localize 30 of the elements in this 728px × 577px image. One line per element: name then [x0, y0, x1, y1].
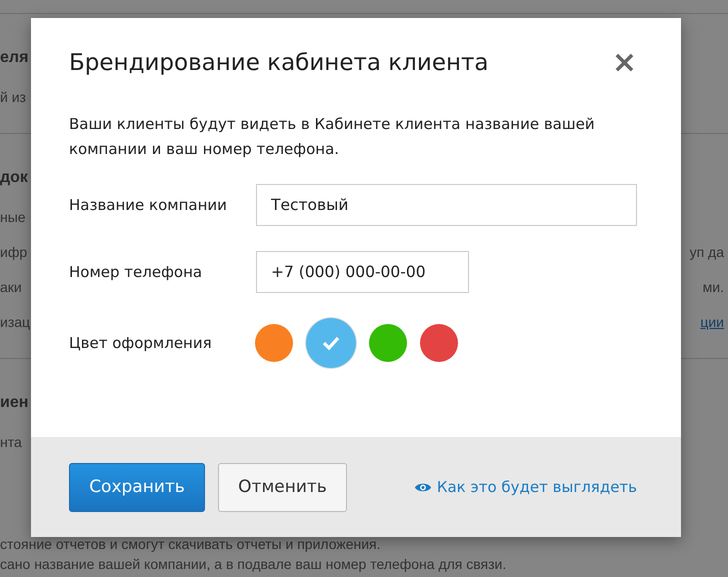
- body-text: ные: [0, 208, 26, 227]
- field-label: Название компании: [69, 196, 228, 214]
- color-swatch[interactable]: [255, 324, 293, 362]
- color-swatch[interactable]: [420, 324, 458, 362]
- section-heading: еля: [0, 48, 28, 68]
- color-swatch[interactable]: [306, 318, 356, 368]
- input-field[interactable]: Тестовый: [256, 184, 637, 226]
- close-button[interactable]: ×: [606, 48, 643, 78]
- body-text: ми.: [702, 278, 725, 297]
- body-text: стояние отчетов и смогут скачивать отчеты и приложения.: [0, 535, 381, 554]
- body-text: нта: [0, 433, 22, 452]
- color-swatch[interactable]: [369, 324, 407, 362]
- field-label: Цвет оформления: [69, 334, 213, 352]
- body-text: аки: [0, 278, 22, 297]
- link[interactable]: ции: [700, 305, 728, 340]
- save-button[interactable]: Сохранить: [69, 462, 205, 512]
- body-text: уп да: [690, 243, 725, 262]
- preview-link[interactable]: Как это будет выглядеть: [436, 478, 637, 496]
- body-text: й из: [0, 88, 26, 107]
- field-label: Номер телефона: [69, 263, 204, 281]
- check-icon: [321, 335, 341, 351]
- body-text: сано название вашей компании, а в подвале ваш номер телефона для связи.: [0, 555, 506, 574]
- body-text: изац: [0, 313, 30, 332]
- body-text: ифр: [0, 243, 28, 262]
- description-text: Ваши клиенты будут видеть в Кабинете клиента название вашей компании и ваш номер телефона.: [69, 114, 596, 160]
- dialog-title: Брендирование кабинета клиента: [69, 50, 489, 76]
- section-heading: иен: [0, 393, 28, 413]
- cancel-button[interactable]: Отменить: [218, 462, 347, 512]
- input-field[interactable]: +7 (000) 000-00-00: [256, 251, 469, 293]
- section-heading: док: [0, 168, 28, 188]
